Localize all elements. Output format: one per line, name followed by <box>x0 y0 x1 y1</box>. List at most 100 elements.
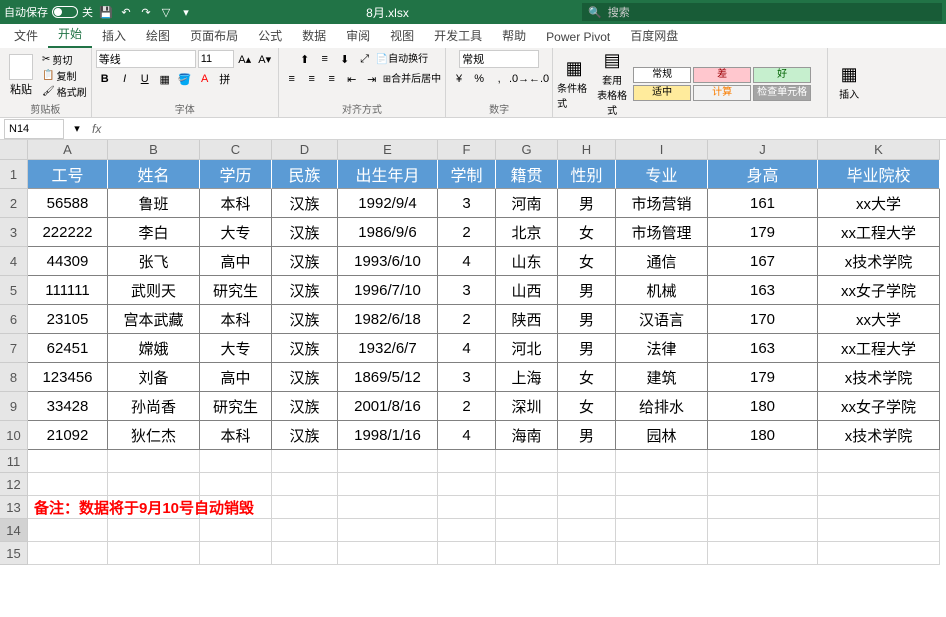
data-cell[interactable]: 23105 <box>28 305 108 334</box>
data-cell[interactable]: xx女子学院 <box>818 392 940 421</box>
empty-cell[interactable] <box>338 473 438 496</box>
data-cell[interactable]: 3 <box>438 363 496 392</box>
data-cell[interactable]: 机械 <box>616 276 708 305</box>
cut-button[interactable]: ✂ 剪切 <box>42 52 87 67</box>
empty-cell[interactable] <box>272 473 338 496</box>
menu-tab-0[interactable]: 文件 <box>4 23 48 48</box>
data-cell[interactable]: 市场营销 <box>616 189 708 218</box>
col-header-F[interactable]: F <box>438 140 496 160</box>
autosave-toggle[interactable]: 自动保存 关 <box>4 4 93 20</box>
empty-cell[interactable] <box>108 473 200 496</box>
format-painter-button[interactable]: 🖌 格式刷 <box>42 84 87 99</box>
empty-cell[interactable] <box>438 473 496 496</box>
data-cell[interactable]: 180 <box>708 421 818 450</box>
increase-font-button[interactable]: A▴ <box>236 50 254 68</box>
menu-tab-7[interactable]: 审阅 <box>336 23 380 48</box>
data-cell[interactable]: 汉族 <box>272 392 338 421</box>
data-cell[interactable]: xx工程大学 <box>818 218 940 247</box>
empty-cell[interactable] <box>108 519 200 542</box>
empty-cell[interactable] <box>496 496 558 519</box>
data-cell[interactable]: 汉族 <box>272 363 338 392</box>
data-cell[interactable]: 大专 <box>200 334 272 363</box>
data-cell[interactable]: 男 <box>558 421 616 450</box>
phonetic-button[interactable]: 拼 <box>216 70 234 88</box>
indent-dec-button[interactable]: ⇤ <box>343 70 361 88</box>
data-cell[interactable]: 孙尚香 <box>108 392 200 421</box>
font-name-select[interactable] <box>96 50 196 68</box>
empty-cell[interactable] <box>338 519 438 542</box>
data-cell[interactable]: 深圳 <box>496 392 558 421</box>
data-cell[interactable]: 2 <box>438 218 496 247</box>
fill-color-button[interactable]: 🪣 <box>176 70 194 88</box>
data-cell[interactable]: 汉族 <box>272 218 338 247</box>
empty-cell[interactable] <box>616 450 708 473</box>
data-cell[interactable]: 179 <box>708 363 818 392</box>
empty-cell[interactable] <box>616 542 708 565</box>
merge-center-button[interactable]: ⊞合并后居中 <box>383 70 441 88</box>
style-check[interactable]: 检查单元格 <box>753 85 811 101</box>
data-cell[interactable]: 武则天 <box>108 276 200 305</box>
header-cell[interactable]: 籍贯 <box>496 160 558 189</box>
col-header-K[interactable]: K <box>818 140 940 160</box>
header-cell[interactable]: 民族 <box>272 160 338 189</box>
data-cell[interactable]: 222222 <box>28 218 108 247</box>
empty-cell[interactable] <box>708 496 818 519</box>
select-all-corner[interactable] <box>0 140 28 160</box>
data-cell[interactable]: 汉族 <box>272 247 338 276</box>
empty-cell[interactable] <box>818 473 940 496</box>
style-calc[interactable]: 计算 <box>693 85 751 101</box>
empty-cell[interactable] <box>708 473 818 496</box>
data-cell[interactable]: xx大学 <box>818 189 940 218</box>
data-cell[interactable]: 高中 <box>200 363 272 392</box>
data-cell[interactable]: 本科 <box>200 421 272 450</box>
copy-button[interactable]: 📋 复制 <box>42 68 87 83</box>
data-cell[interactable]: 张飞 <box>108 247 200 276</box>
empty-cell[interactable] <box>108 542 200 565</box>
indent-inc-button[interactable]: ⇥ <box>363 70 381 88</box>
empty-cell[interactable] <box>272 542 338 565</box>
row-header-7[interactable]: 7 <box>0 334 28 363</box>
data-cell[interactable]: 研究生 <box>200 392 272 421</box>
header-cell[interactable]: 毕业院校 <box>818 160 940 189</box>
row-header-12[interactable]: 12 <box>0 473 28 496</box>
table-format-button[interactable]: ▤ 套用 表格格式 <box>595 50 629 117</box>
decrease-decimal-button[interactable]: ←.0 <box>530 70 548 88</box>
font-size-select[interactable] <box>198 50 234 68</box>
header-cell[interactable]: 专业 <box>616 160 708 189</box>
col-header-J[interactable]: J <box>708 140 818 160</box>
empty-cell[interactable] <box>28 542 108 565</box>
style-normal[interactable]: 常规 <box>633 67 691 83</box>
data-cell[interactable]: 汉语言 <box>616 305 708 334</box>
search-input[interactable]: 🔍 搜索 <box>582 3 942 21</box>
border-button[interactable]: ▦ <box>156 70 174 88</box>
data-cell[interactable]: 建筑 <box>616 363 708 392</box>
empty-cell[interactable] <box>200 542 272 565</box>
data-cell[interactable]: 海南 <box>496 421 558 450</box>
formula-input[interactable] <box>107 119 946 139</box>
data-cell[interactable]: 高中 <box>200 247 272 276</box>
empty-cell[interactable] <box>438 496 496 519</box>
data-cell[interactable]: 男 <box>558 305 616 334</box>
empty-cell[interactable] <box>438 542 496 565</box>
empty-cell[interactable] <box>28 450 108 473</box>
bold-button[interactable]: B <box>96 70 114 88</box>
data-cell[interactable]: xx女子学院 <box>818 276 940 305</box>
header-cell[interactable]: 出生年月 <box>338 160 438 189</box>
data-cell[interactable]: 女 <box>558 392 616 421</box>
menu-tab-9[interactable]: 开发工具 <box>424 23 492 48</box>
data-cell[interactable]: 女 <box>558 218 616 247</box>
col-header-B[interactable]: B <box>108 140 200 160</box>
data-cell[interactable]: 4 <box>438 247 496 276</box>
empty-cell[interactable] <box>272 450 338 473</box>
menu-tab-5[interactable]: 公式 <box>248 23 292 48</box>
header-cell[interactable]: 工号 <box>28 160 108 189</box>
empty-cell[interactable] <box>338 542 438 565</box>
align-top-button[interactable]: ⬆ <box>296 50 314 68</box>
data-cell[interactable]: 180 <box>708 392 818 421</box>
data-cell[interactable]: 通信 <box>616 247 708 276</box>
data-cell[interactable]: 园林 <box>616 421 708 450</box>
insert-cells-button[interactable]: ▦ 插入 <box>832 64 866 101</box>
style-bad[interactable]: 差 <box>693 67 751 83</box>
data-cell[interactable]: 1998/1/16 <box>338 421 438 450</box>
fx-icon[interactable]: fx <box>86 122 107 136</box>
